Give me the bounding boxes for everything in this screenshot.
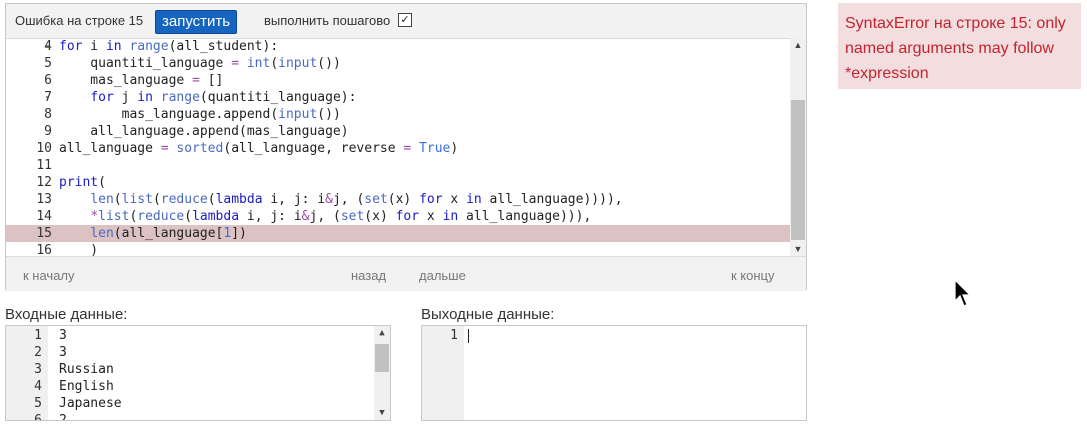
- code-line[interactable]: 5 quantiti_language = int(input()): [6, 55, 790, 72]
- line-text: 3: [59, 345, 67, 360]
- code-text: ): [59, 243, 99, 256]
- error-line-label: Ошибка на строке 15: [15, 13, 144, 28]
- nav-end-button[interactable]: к концу: [731, 268, 775, 283]
- line-number: 8: [44, 107, 52, 122]
- nav-back-button[interactable]: назад: [351, 268, 386, 283]
- line-number: 9: [44, 124, 52, 139]
- line-number: 1: [34, 328, 42, 343]
- line-number: 5: [34, 396, 42, 411]
- code-text: for i in range(all_student):: [59, 39, 279, 54]
- code-line[interactable]: 10 all_language = sorted(all_language, re…: [6, 140, 790, 157]
- nav-forward-button[interactable]: дальше: [419, 268, 466, 283]
- code-line[interactable]: 15 len(all_language[1]): [6, 225, 790, 242]
- line-text: Japanese: [59, 396, 122, 411]
- line-number: 16: [36, 243, 52, 256]
- line-number: 15: [36, 226, 52, 241]
- editor-toolbar: Ошибка на строке 15 запустить выполнить …: [6, 4, 806, 39]
- scroll-up-icon[interactable]: ▲: [374, 328, 390, 338]
- code-text: quantiti_language = int(input()): [59, 56, 341, 71]
- fold-arrow-icon[interactable]: ▾: [45, 89, 53, 106]
- code-editor-panel: Ошибка на строке 15 запустить выполнить …: [5, 3, 807, 291]
- text-caret: [468, 329, 469, 343]
- fold-arrow-icon[interactable]: ▾: [45, 38, 53, 55]
- code-text: mas_language.append(input()): [59, 107, 341, 122]
- line-text: English: [59, 379, 114, 394]
- line-number: 2: [34, 345, 42, 360]
- input-title: Входные данные:: [5, 306, 128, 323]
- output-title: Выходные данные:: [421, 306, 555, 323]
- line-text: 3: [59, 328, 67, 343]
- nav-start-button[interactable]: к началу: [23, 268, 75, 283]
- line-number: 10: [36, 141, 52, 156]
- code-text: for j in range(quantiti_language):: [90, 90, 357, 105]
- code-line[interactable]: 6 mas_language = []: [6, 72, 790, 89]
- scroll-up-icon[interactable]: ▲: [790, 40, 806, 50]
- line-number: 3: [34, 362, 42, 377]
- line-text: Russian: [59, 362, 114, 377]
- input-scrollbar[interactable]: ▲ ▼: [374, 326, 390, 420]
- code-text: print(: [59, 175, 106, 190]
- code-line[interactable]: 12 print(: [6, 174, 790, 191]
- code-text: all_language.append(mas_language): [59, 124, 349, 139]
- input-data-editor[interactable]: 1 3 2 3 3 Russian 4 English 5 Japanese 6 2 ▲ ▼: [5, 325, 391, 421]
- scroll-down-icon[interactable]: ▼: [790, 244, 806, 254]
- step-by-step-checkbox[interactable]: ✓: [398, 13, 412, 27]
- code-area[interactable]: 4 ▾ for i in range(all_student): 5 quantiti…: [6, 38, 806, 256]
- code-text: len(list(reduce(lambda i, j: i&j, (set(x…: [90, 192, 623, 207]
- code-line[interactable]: 16 ): [6, 242, 790, 256]
- line-number: 5: [44, 56, 52, 71]
- code-text: mas_language = []: [59, 73, 224, 88]
- code-text: all_language = sorted(all_language, reve…: [59, 141, 459, 156]
- line-number: 13: [36, 192, 52, 207]
- code-text: len(all_language[1]): [90, 226, 247, 241]
- code-line[interactable]: 7 ▾ for j in range(quantiti_language):: [6, 89, 790, 106]
- line-number: 12: [36, 175, 52, 190]
- line-number: 6: [34, 413, 42, 421]
- code-line[interactable]: 9 all_language.append(mas_language): [6, 123, 790, 140]
- code-line[interactable]: 13 len(list(reduce(lambda i, j: i&j, (se…: [6, 191, 790, 208]
- error-message-box: SyntaxError на строке 15: only named arg…: [838, 3, 1081, 89]
- code-line[interactable]: 14 *list(reduce(lambda i, j: i&j, (set(x…: [6, 208, 790, 225]
- output-data-editor[interactable]: 1: [421, 325, 807, 421]
- run-button[interactable]: запустить: [155, 10, 238, 34]
- editor-scrollbar[interactable]: ▲ ▼: [790, 38, 806, 256]
- line-number: 6: [44, 73, 52, 88]
- line-number: 4: [34, 379, 42, 394]
- line-number: 14: [36, 209, 52, 224]
- line-number: 11: [36, 158, 52, 173]
- code-line[interactable]: 4 ▾ for i in range(all_student):: [6, 38, 790, 55]
- scroll-thumb[interactable]: [791, 100, 805, 240]
- step-navigation-bar: к началу назад дальше к концу: [6, 256, 806, 291]
- code-line[interactable]: 11: [6, 157, 790, 174]
- line-number: 1: [450, 328, 458, 343]
- line-text: 2: [59, 413, 67, 421]
- scroll-down-icon[interactable]: ▼: [374, 408, 390, 418]
- code-text: *list(reduce(lambda i, j: i&j, (set(x) f…: [90, 209, 592, 224]
- code-line[interactable]: 8 mas_language.append(input()): [6, 106, 790, 123]
- step-by-step-label: выполнить пошагово: [264, 13, 391, 28]
- scroll-thumb[interactable]: [375, 344, 389, 372]
- mouse-pointer-icon: [954, 279, 972, 307]
